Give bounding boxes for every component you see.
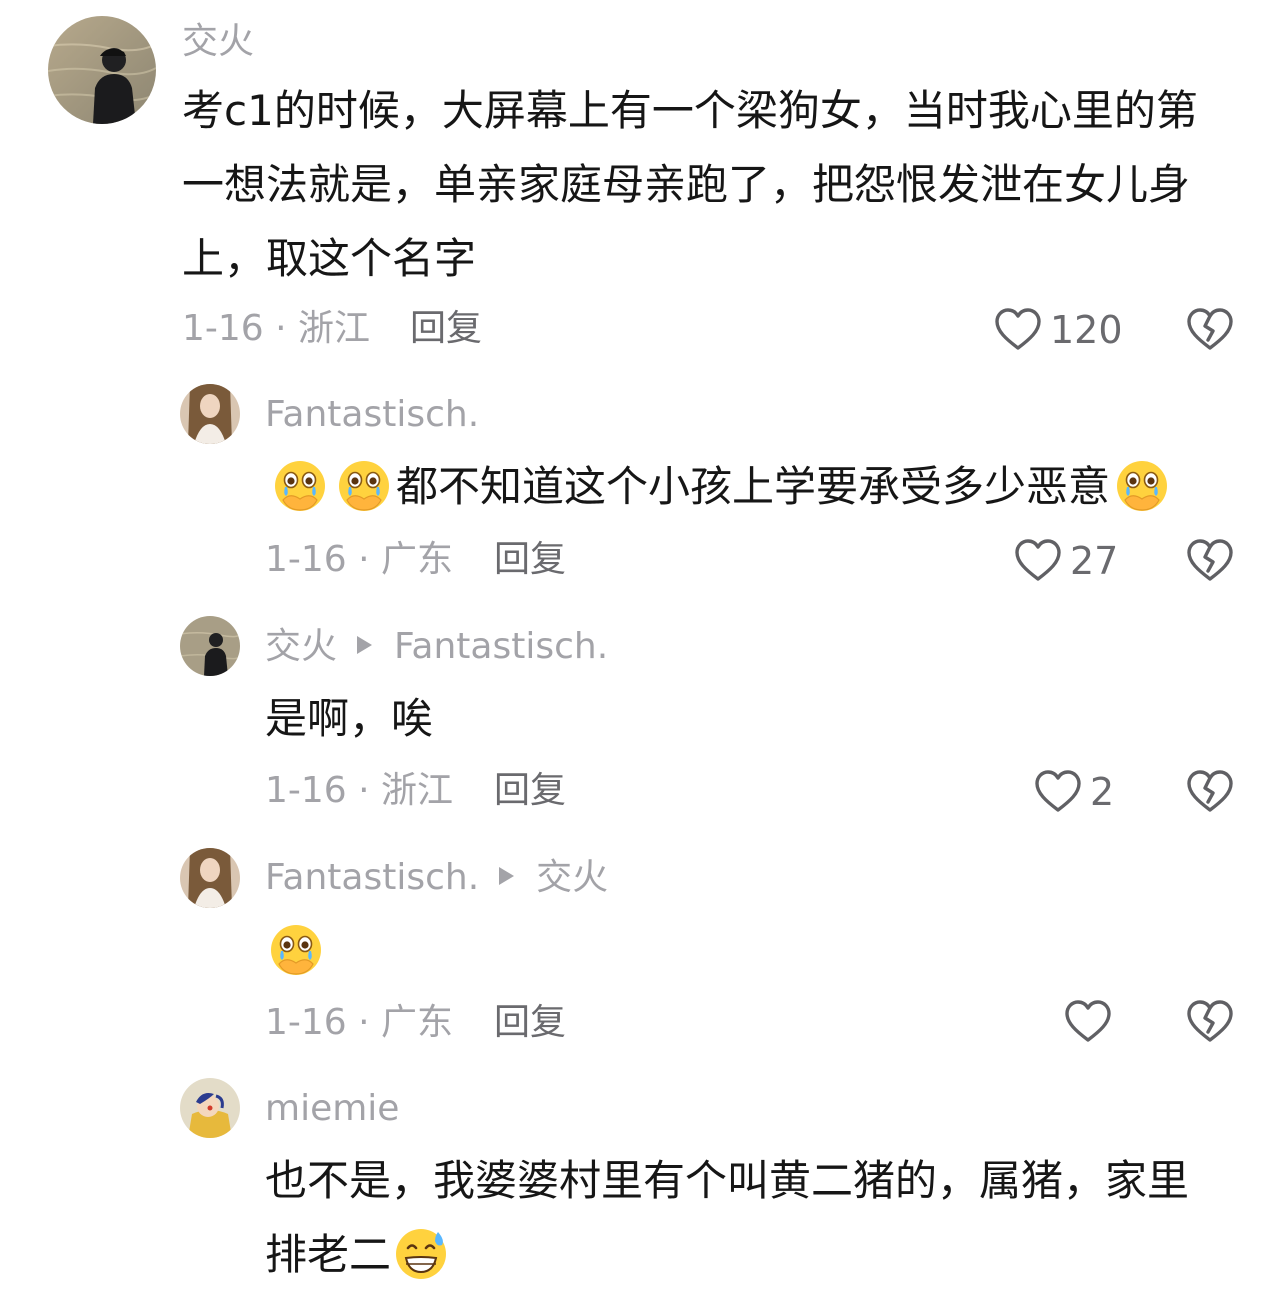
username-reply-header: 交火 Fantastisch. [265,627,608,667]
comment-text: 也不是，我婆婆村里有个叫黄二猪的，属猪，家里 排老二 [265,1144,1189,1292]
reply-target-username[interactable]: 交火 [536,857,608,898]
comment-text: 是啊，唉 [265,694,434,743]
reply-button[interactable]: 回复 [494,1002,566,1044]
like-button[interactable]: 27 [1014,537,1118,585]
crying-emoji [1114,458,1170,514]
comment-text [268,914,328,988]
username-reply-header: Fantastisch. 交火 [265,858,608,898]
avatar[interactable] [180,616,240,676]
like-count: 27 [1070,539,1119,583]
like-button[interactable] [1064,998,1112,1046]
comment-text-line-wrap: 排老二 [265,1218,1189,1292]
crying-emoji [272,458,328,514]
dislike-button[interactable] [1186,306,1234,358]
dislike-button[interactable] [1186,537,1234,589]
avatar[interactable] [180,1078,240,1138]
comment-text: 考c1的时候，大屏幕上有一个梁狗女，当时我心里的第一想法就是，单亲家庭母亲跑了，… [182,86,1198,283]
username[interactable]: Fantastisch. [265,857,479,898]
heart-outline-icon [1034,768,1082,816]
reply-button[interactable]: 回复 [494,770,566,812]
username[interactable]: miemie [265,1089,399,1129]
grinning-sweat-emoji [393,1226,449,1282]
reply-target-username[interactable]: Fantastisch. [394,626,608,667]
reply-arrow-icon [499,867,515,885]
username[interactable]: 交火 [182,22,254,62]
avatar[interactable] [48,16,156,124]
broken-heart-icon [1186,768,1234,816]
avatar[interactable] [180,384,240,444]
reply-button[interactable]: 回复 [494,539,566,581]
heart-outline-icon [1064,998,1112,1046]
like-button[interactable]: 2 [1034,768,1114,816]
comment-date-location: 1-16 · 广东 [265,539,454,580]
reply-button[interactable]: 回复 [410,308,482,350]
dislike-button[interactable] [1186,768,1234,820]
broken-heart-icon [1186,537,1234,585]
crying-emoji [268,922,324,978]
like-count: 120 [1050,308,1123,352]
heart-outline-icon [994,306,1042,354]
like-count: 2 [1090,770,1115,814]
reply-arrow-icon [357,636,373,654]
comment-date-location: 1-16 · 广东 [265,1002,454,1043]
comment-date-location: 1-16 · 浙江 [182,308,371,349]
username[interactable]: Fantastisch. [265,395,479,435]
heart-outline-icon [1014,537,1062,585]
broken-heart-icon [1186,998,1234,1046]
comment-text-body: 都不知道这个小孩上学要承受多少恶意 [396,462,1111,511]
broken-heart-icon [1186,306,1234,354]
dislike-button[interactable] [1186,998,1234,1050]
avatar[interactable] [180,848,240,908]
crying-emoji [336,458,392,514]
like-button[interactable]: 120 [994,306,1123,354]
comment-text: 都不知道这个小孩上学要承受多少恶意 [268,450,1174,524]
username[interactable]: 交火 [265,626,337,667]
comment-text-line: 也不是，我婆婆村里有个叫黄二猪的，属猪，家里 [265,1156,1190,1205]
comment-date-location: 1-16 · 浙江 [265,770,454,811]
comment-text-line: 排老二 [265,1230,392,1279]
